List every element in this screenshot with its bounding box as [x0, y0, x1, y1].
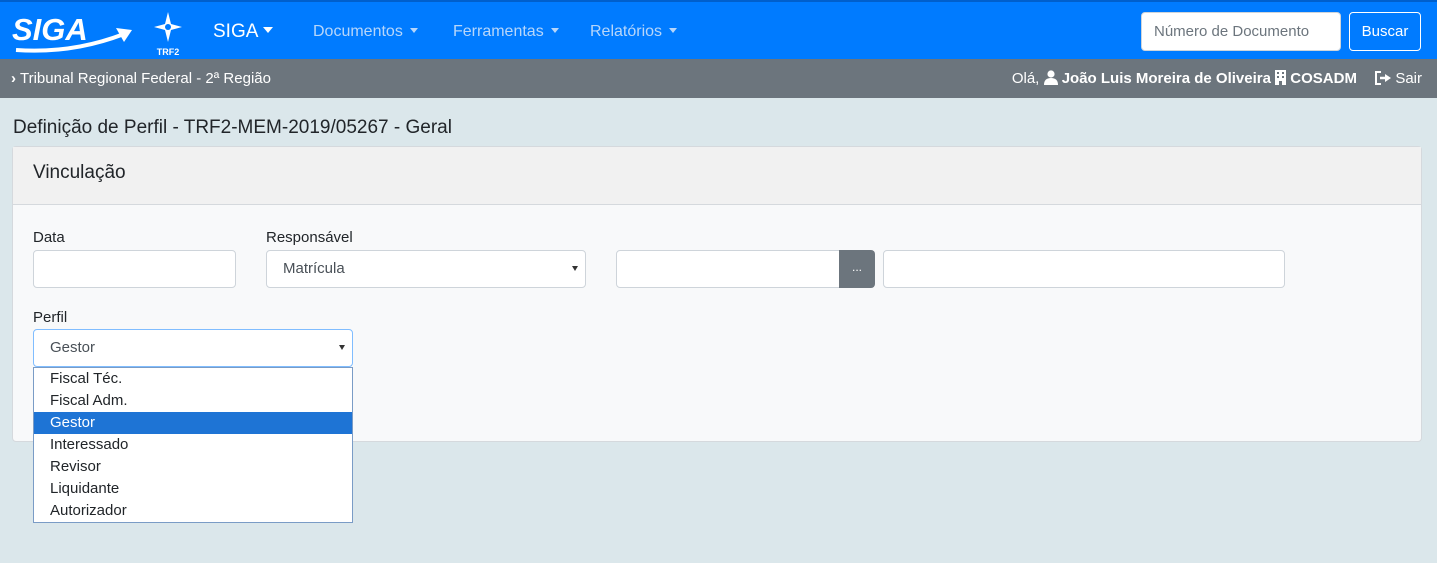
- user-info: Olá, João Luis Moreira de Oliveira COSAD…: [1012, 70, 1422, 87]
- search-responsavel-button[interactable]: ...: [839, 250, 875, 288]
- option-revisor[interactable]: Revisor: [34, 456, 352, 478]
- breadcrumb-label: Tribunal Regional Federal - 2ª Região: [20, 70, 271, 87]
- menu-label: Relatórios: [590, 23, 663, 40]
- select-arrow-icon: [339, 345, 345, 350]
- menu-relatorios[interactable]: Relatórios: [590, 23, 678, 41]
- context-bar: › Tribunal Regional Federal - 2ª Região O…: [0, 59, 1437, 98]
- brand-label: SIGA: [213, 21, 259, 42]
- menu-ferramentas[interactable]: Ferramentas: [453, 23, 559, 41]
- card-header: Vinculação: [13, 147, 1421, 205]
- option-fiscal-adm[interactable]: Fiscal Adm.: [34, 390, 352, 412]
- matricula-input[interactable]: [616, 250, 840, 288]
- user-icon: [1043, 70, 1058, 85]
- perfil-select[interactable]: Gestor: [33, 329, 353, 367]
- option-fiscal-tec[interactable]: Fiscal Téc.: [34, 368, 352, 390]
- select-value: Gestor: [50, 339, 96, 356]
- responsavel-label: Responsável: [266, 229, 353, 246]
- top-navbar: SIGA TRF2 SIGA Documentos Ferramentas Re…: [0, 0, 1437, 59]
- unit-name[interactable]: COSADM: [1290, 70, 1357, 87]
- building-icon: [1275, 70, 1287, 85]
- document-number-input[interactable]: [1141, 12, 1341, 51]
- perfil-label: Perfil: [33, 309, 68, 326]
- perfil-dropdown-list: Fiscal Téc. Fiscal Adm. Gestor Interessa…: [33, 367, 353, 523]
- sign-out-icon: [1375, 71, 1392, 85]
- responsavel-name-field: [883, 250, 1285, 288]
- caret-down-icon: [409, 28, 418, 33]
- search-button[interactable]: Buscar: [1349, 12, 1421, 51]
- option-interessado[interactable]: Interessado: [34, 434, 352, 456]
- greeting-text: Olá,: [1011, 70, 1040, 87]
- logout-label: Sair: [1395, 70, 1422, 87]
- menu-documentos[interactable]: Documentos: [313, 23, 418, 41]
- caret-down-icon: [669, 28, 678, 33]
- responsavel-type-select[interactable]: Matrícula: [266, 250, 586, 288]
- caret-down-icon: [550, 28, 559, 33]
- trf2-logo-text: TRF2: [156, 47, 180, 57]
- trf2-logo: TRF2: [152, 12, 184, 57]
- date-input[interactable]: [33, 250, 236, 288]
- select-arrow-icon: [572, 266, 578, 271]
- logout-link[interactable]: Sair: [1375, 70, 1422, 87]
- svg-text:SIGA: SIGA: [12, 12, 88, 47]
- option-liquidante[interactable]: Liquidante: [34, 478, 352, 500]
- trf2-star-icon: [154, 12, 182, 42]
- data-label: Data: [33, 229, 65, 246]
- siga-logo[interactable]: SIGA: [12, 10, 134, 54]
- option-gestor[interactable]: Gestor: [34, 412, 352, 434]
- chevron-right-icon: ›: [11, 70, 16, 87]
- page-title: Definição de Perfil - TRF2-MEM-2019/0526…: [13, 117, 452, 138]
- option-autorizador[interactable]: Autorizador: [34, 500, 352, 522]
- user-name[interactable]: João Luis Moreira de Oliveira: [1062, 70, 1271, 87]
- select-value: Matrícula: [283, 260, 345, 277]
- caret-down-icon: [263, 27, 274, 33]
- breadcrumb[interactable]: › Tribunal Regional Federal - 2ª Região: [11, 70, 271, 87]
- menu-label: Documentos: [313, 23, 403, 40]
- siga-brand-menu[interactable]: SIGA: [213, 21, 274, 43]
- menu-label: Ferramentas: [453, 23, 544, 40]
